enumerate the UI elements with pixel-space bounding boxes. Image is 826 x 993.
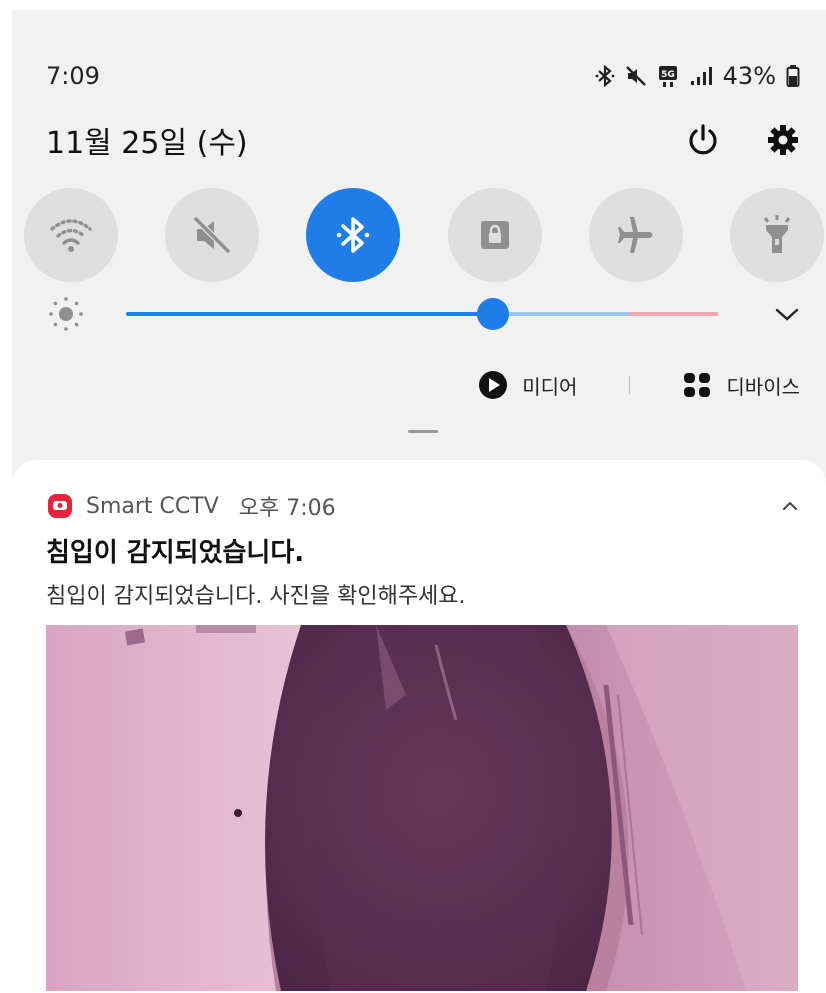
notification-title: 침입이 감지되었습니다.	[46, 538, 305, 568]
battery-percent: 43%	[722, 62, 776, 90]
status-icons: 5G 43%	[595, 62, 800, 90]
power-icon[interactable]	[686, 123, 720, 157]
svg-text:5G: 5G	[661, 70, 675, 80]
notification-card[interactable]: Smart CCTV 오후 7:06 침입이 감지되었습니다. 침입이 감지되었…	[12, 460, 826, 993]
bluetooth-icon	[337, 217, 370, 253]
quick-setting-sound[interactable]	[165, 188, 260, 282]
devices-icon[interactable]	[682, 371, 712, 399]
mute-status-icon	[625, 66, 646, 86]
brightness-row	[46, 292, 800, 336]
quick-setting-flashlight[interactable]	[729, 188, 824, 282]
brightness-icon	[49, 297, 83, 331]
date-row: 11월 25일 (수)	[46, 115, 800, 165]
lock-icon	[480, 221, 509, 249]
app-name: Smart CCTV	[86, 493, 219, 519]
status-bar: 7:09 5G 43%	[46, 58, 800, 94]
status-time: 7:09	[46, 62, 100, 90]
media-devices-row: 미디어 디바이스	[478, 365, 800, 405]
notification-time: 오후 7:06	[238, 496, 336, 521]
signal-icon	[690, 67, 712, 85]
notification-header: Smart CCTV 오후 7:06	[46, 488, 800, 524]
header-actions	[686, 123, 800, 157]
cctv-snapshot-image[interactable]	[46, 625, 798, 991]
notification-body: 침입이 감지되었습니다. 사진을 확인해주세요.	[46, 584, 466, 609]
quick-setting-airplane[interactable]	[588, 188, 683, 282]
devices-button[interactable]: 디바이스	[726, 371, 800, 400]
date-label: 11월 25일 (수)	[46, 126, 248, 161]
battery-icon	[786, 65, 800, 87]
bluetooth-status-icon	[595, 64, 615, 88]
brightness-track-high	[629, 312, 718, 316]
chevron-down-icon[interactable]	[774, 305, 800, 323]
airplane-icon	[617, 217, 653, 253]
app-icon	[48, 494, 72, 518]
media-button[interactable]: 미디어	[522, 371, 577, 400]
flashlight-icon	[763, 215, 791, 253]
quick-setting-wifi[interactable]	[24, 188, 118, 282]
divider	[629, 376, 631, 394]
brightness-slider-thumb[interactable]	[477, 298, 510, 330]
mute-icon	[194, 216, 231, 254]
brightness-track-rest	[493, 312, 630, 316]
gear-icon[interactable]	[766, 123, 800, 157]
notification-panel: 7:09 5G 43% 11월 25일 (수) 미디어 디바이스 Smart C…	[12, 10, 826, 993]
quick-setting-bluetooth[interactable]	[306, 188, 401, 282]
play-icon[interactable]	[478, 370, 508, 400]
panel-handle[interactable]	[408, 430, 438, 433]
5g-network-icon: 5G	[658, 66, 677, 87]
chevron-up-icon[interactable]	[780, 499, 800, 513]
cctv-snapshot	[46, 625, 798, 991]
quick-settings-row	[24, 188, 824, 284]
wifi-icon	[50, 219, 92, 252]
brightness-track-filled	[126, 312, 494, 316]
quick-setting-rotation-lock[interactable]	[447, 188, 542, 282]
brightness-slider[interactable]	[126, 292, 718, 336]
